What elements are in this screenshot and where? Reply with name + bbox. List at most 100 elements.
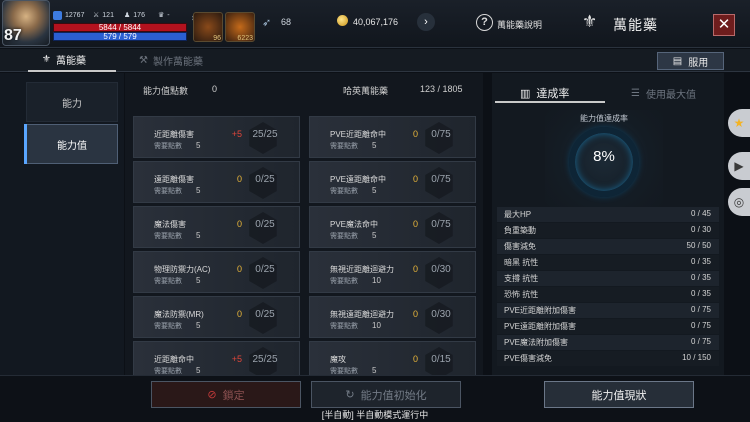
stat-card-bonus: 0 <box>412 309 418 319</box>
stat-row-value: 0 / 35 <box>690 273 711 282</box>
play-icon[interactable]: ▶ <box>728 152 750 180</box>
tab-achievement-rate[interactable]: ▥ 達成率 <box>520 85 569 101</box>
stat-card-progress: 0/75 <box>431 129 451 140</box>
stat-card[interactable]: 遠距離傷害 需要點數 5 0 0/25 <box>133 161 300 203</box>
swirl-icon[interactable]: ◎ <box>728 188 750 216</box>
stat-card-bonus: +5 <box>231 129 242 139</box>
stat-card-points: 5 <box>196 366 201 375</box>
bar-chart-icon: ▥ <box>520 87 531 100</box>
stat-row-value: 50 / 50 <box>686 241 711 250</box>
reset-icon: ↻ <box>345 389 355 401</box>
tab-row <box>0 49 750 72</box>
stat-row: 傷害減免 50 / 50 <box>497 239 719 254</box>
craft-tab-icon: ⚒ <box>139 55 148 66</box>
stat-card[interactable]: PVE近距離命中 需要點數 5 0 0/75 <box>309 116 476 158</box>
stat-card-points-label: 需要點數 <box>330 323 358 330</box>
sword-icon: ⚔ <box>93 12 100 19</box>
stat-card[interactable]: 魔法防禦(MR) 需要點數 5 0 0/25 <box>133 296 300 338</box>
use-button-label: 服用 <box>688 57 709 69</box>
stat-card-name: 近距離命中 <box>154 355 194 364</box>
stat-card-bonus: 0 <box>236 174 242 184</box>
points-value: 0 <box>212 84 218 94</box>
stat-row-value: 0 / 75 <box>690 337 711 346</box>
lock-button[interactable]: ⊘ 鎖定 <box>151 381 301 408</box>
stat-card-bonus: 0 <box>236 219 242 229</box>
stat-row-value: 0 / 75 <box>690 321 711 330</box>
tab-max-usage[interactable]: ☰ 使用最大值 <box>631 86 696 101</box>
stat-card[interactable]: 物理防禦力(AC) 需要點數 5 0 0/25 <box>133 251 300 293</box>
stat-card-points-label: 需要點數 <box>330 188 358 195</box>
tab-craft-elixir[interactable]: ⚒ 製作萬能藥 <box>139 53 203 68</box>
sidebar-item-label: 能力值 <box>57 140 87 152</box>
auto-mode-status: [半自動] 半自動模式運行中 <box>321 410 429 420</box>
stat-card-bonus: 0 <box>412 129 418 139</box>
stat-card[interactable]: 近距離傷害 需要點數 5 +5 25/25 <box>133 116 300 158</box>
stat-card[interactable]: 魔法傷害需要點數 5 0 0/25 <box>133 206 300 248</box>
hp-text: 5844 / 5844 <box>98 23 142 32</box>
herb-value: 123 / 1805 <box>420 84 463 94</box>
stat-card[interactable]: 無視近距離迴避力 需要點數 10 0 0/30 <box>309 251 476 293</box>
stat-row-value: 0 / 35 <box>690 289 711 298</box>
sidebar-active-marker <box>24 124 27 164</box>
stat-row-name: 負重築動 <box>504 226 536 235</box>
stat-card[interactable]: PVE遠距離命中 需要點數 5 0 0/75 <box>309 161 476 203</box>
active-tab-underline <box>28 70 116 72</box>
sidebar-item-label: 能力 <box>62 98 82 110</box>
stat-card-points: 5 <box>196 186 201 195</box>
stat-row: 負重築動 0 / 30 <box>497 223 719 238</box>
stat-card-progress: 0/75 <box>431 219 451 230</box>
stat-card-bonus: 0 <box>412 354 418 364</box>
close-button[interactable]: ✕ <box>713 14 735 36</box>
stat-card-name: 魔法傷害 <box>154 220 186 229</box>
stat-card-bonus: +5 <box>231 354 242 364</box>
hp-bar: 5844 / 5844 <box>53 23 187 32</box>
stat-card-progress: 0/25 <box>255 219 275 230</box>
stat-card-points: 5 <box>372 141 377 150</box>
tab-craft-label: 製作萬能藥 <box>152 57 203 68</box>
stat-card-progress: 25/25 <box>252 354 278 365</box>
help-label[interactable]: 萬能藥說明 <box>497 18 542 31</box>
stat-card-name: 近距離傷害 <box>154 130 194 139</box>
help-icon[interactable]: ? <box>476 14 493 31</box>
reset-stats-button[interactable]: ↻ 能力值初始化 <box>311 381 461 408</box>
stat-row-name: PVE傷害減免 <box>504 354 553 363</box>
elixir-slot[interactable]: 6223 <box>225 12 255 42</box>
feather-value: 68 <box>281 17 292 27</box>
stat-card[interactable]: 無視遠距離迴避力 需要點數 10 0 0/30 <box>309 296 476 338</box>
stat-card-progress: 0/25 <box>255 174 275 185</box>
stat-card-points: 5 <box>196 231 201 240</box>
stat-status-button[interactable]: 能力值現狀 <box>544 381 694 408</box>
sidebar-item-ability[interactable]: 能力 <box>26 82 118 122</box>
stat-row-value: 0 / 75 <box>690 305 711 314</box>
stat-row: 最大HP 0 / 45 <box>497 207 719 222</box>
stat-card-name: PVE近距離命中 <box>330 130 387 139</box>
stat-card-name: 魔攻 <box>330 355 346 364</box>
stat-1-value: 12767 <box>65 12 85 19</box>
stat-card-bonus: 0 <box>236 309 242 319</box>
stat-row: PVE遠距離附加傷害 0 / 75 <box>497 319 719 334</box>
use-button[interactable]: ▤ 服用 <box>657 52 724 70</box>
stat-card-name: PVE魔法命中 <box>330 220 379 229</box>
potion-slot[interactable]: 96 <box>193 12 223 42</box>
shield-icon <box>53 11 62 20</box>
stat-card-bonus: 0 <box>412 219 418 229</box>
star-icon[interactable]: ★ <box>728 109 750 137</box>
stat-3: ♟ 176 <box>124 11 145 20</box>
sidebar-item-ability-value[interactable]: 能力值 <box>26 124 118 164</box>
stat-4-value: - <box>167 11 170 19</box>
gold-coin-icon <box>337 15 348 26</box>
tab-elixir[interactable]: ⚜ 萬能藥 <box>42 52 86 67</box>
gold-value: 40,067,176 <box>353 17 399 27</box>
stat-row: PVE近距離附加傷害 0 / 75 <box>497 303 719 318</box>
stat-row-value: 10 / 150 <box>682 353 711 362</box>
stat-row: PVE傷害減免 10 / 150 <box>497 351 719 366</box>
stat-card-bonus: 0 <box>412 264 418 274</box>
feather-icon: ➶ <box>262 17 272 29</box>
stat-row-value: 0 / 45 <box>690 209 711 218</box>
stat-card-points-label: 需要點數 <box>154 233 182 240</box>
tab-elixir-label: 萬能藥 <box>55 56 86 67</box>
stat-card[interactable]: PVE魔法命中 需要點數 5 0 0/75 <box>309 206 476 248</box>
currency-expand-button[interactable]: › <box>417 13 435 31</box>
stat-row-name: PVE遠距離附加傷害 <box>504 322 577 331</box>
stat-row-name: PVE魔法附加傷害 <box>504 338 569 347</box>
